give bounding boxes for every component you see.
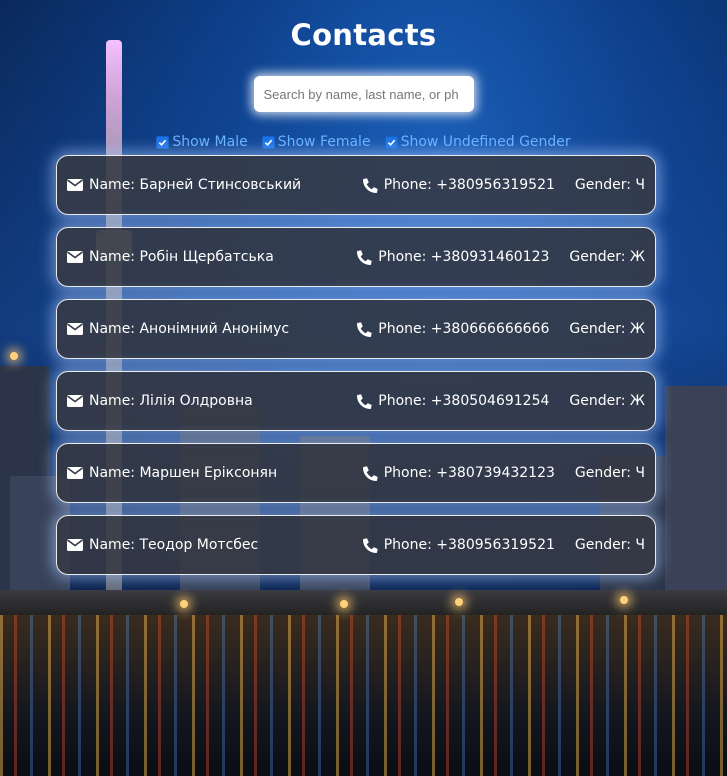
checkbox-show-female[interactable] xyxy=(261,135,275,149)
contact-gender: Gender: Ж xyxy=(569,249,645,265)
city-light xyxy=(340,600,348,608)
envelope-icon xyxy=(67,323,83,335)
contact-name-text: Name: Барней Стинсовський xyxy=(89,177,302,193)
envelope-icon xyxy=(67,251,83,263)
contact-phone-text: Phone: +380739432123 xyxy=(383,465,555,481)
contact-name: Name: Лілія Олдровна xyxy=(67,393,253,409)
contact-name: Name: Анонімний Анонімус xyxy=(67,321,289,337)
page-title: Contacts xyxy=(290,18,437,52)
phone-icon xyxy=(362,465,378,481)
checkbox-show-undefined-gender[interactable] xyxy=(384,135,398,149)
checkbox-show-male[interactable] xyxy=(156,135,170,149)
phone-icon xyxy=(362,177,378,193)
filter-show-male[interactable]: Show Male xyxy=(156,133,248,151)
filter-label: Show Male xyxy=(172,134,248,150)
contact-phone-text: Phone: +380666666666 xyxy=(378,321,550,337)
city-light xyxy=(10,352,18,360)
contact-phone: Phone: +380956319521 xyxy=(362,177,555,193)
contact-card[interactable]: Name: Маршен Еріксонян Phone: +380739432… xyxy=(56,443,656,503)
contact-phone: Phone: +380504691254 xyxy=(357,393,549,409)
checkmark-icon xyxy=(159,139,167,146)
contact-phone-text: Phone: +380956319521 xyxy=(383,537,555,553)
contact-gender: Gender: Ч xyxy=(574,537,645,553)
search-input[interactable] xyxy=(253,76,474,112)
contact-phone: Phone: +380931460123 xyxy=(357,249,549,265)
contact-gender: Gender: Ч xyxy=(574,177,645,193)
envelope-icon xyxy=(67,179,83,191)
contact-phone-text: Phone: +380956319521 xyxy=(383,177,555,193)
gender-filters: Show Male Show Female Show Undefined Gen… xyxy=(0,133,727,151)
envelope-icon xyxy=(67,395,83,407)
filter-show-undefined-gender[interactable]: Show Undefined Gender xyxy=(384,133,571,151)
contact-phone: Phone: +380666666666 xyxy=(357,321,549,337)
city-light xyxy=(620,596,628,604)
contact-name: Name: Маршен Еріксонян xyxy=(67,465,277,481)
checkmark-icon xyxy=(387,139,395,146)
filter-label: Show Undefined Gender xyxy=(400,134,571,150)
phone-icon xyxy=(357,249,372,265)
phone-icon xyxy=(357,321,372,337)
app-content: Contacts Show Male Show Female Show Unde… xyxy=(0,0,727,575)
contact-phone: Phone: +380956319521 xyxy=(362,537,555,553)
building xyxy=(665,386,727,616)
contact-name: Name: Робін Щербатська xyxy=(67,249,274,265)
contact-name: Name: Теодор Мотсбес xyxy=(67,537,258,553)
contact-phone: Phone: +380739432123 xyxy=(362,465,555,481)
contact-name-text: Name: Лілія Олдровна xyxy=(89,393,253,409)
filter-label: Show Female xyxy=(277,134,371,150)
shoreline xyxy=(0,590,727,616)
contact-phone-text: Phone: +380504691254 xyxy=(378,393,550,409)
contact-gender: Gender: Ж xyxy=(569,321,645,337)
contact-card[interactable]: Name: Анонімний Анонімус Phone: +3806666… xyxy=(56,299,656,359)
contact-card[interactable]: Name: Лілія Олдровна Phone: +38050469125… xyxy=(56,371,656,431)
checkmark-icon xyxy=(264,139,272,146)
filter-show-female[interactable]: Show Female xyxy=(261,133,371,151)
water-reflection xyxy=(0,615,727,776)
city-light xyxy=(455,598,463,606)
contact-name-text: Name: Анонімний Анонімус xyxy=(89,321,290,337)
contact-card[interactable]: Name: Теодор Мотсбес Phone: +38095631952… xyxy=(56,515,656,575)
contact-gender: Gender: Ж xyxy=(569,393,645,409)
contact-name: Name: Барней Стинсовський xyxy=(67,177,301,193)
phone-icon xyxy=(362,537,378,553)
search-container xyxy=(0,76,727,112)
contact-name-text: Name: Теодор Мотсбес xyxy=(89,537,259,553)
contact-name-text: Name: Робін Щербатська xyxy=(89,249,274,265)
phone-icon xyxy=(357,393,372,409)
envelope-icon xyxy=(67,539,83,551)
contact-card[interactable]: Name: Робін Щербатська Phone: +380931460… xyxy=(56,227,656,287)
contact-phone-text: Phone: +380931460123 xyxy=(378,249,550,265)
envelope-icon xyxy=(67,467,83,479)
contact-name-text: Name: Маршен Еріксонян xyxy=(89,465,278,481)
city-light xyxy=(180,600,188,608)
contact-gender: Gender: Ч xyxy=(574,465,645,481)
contact-card[interactable]: Name: Барней Стинсовський Phone: +380956… xyxy=(56,155,656,215)
contact-list: Name: Барней Стинсовський Phone: +380956… xyxy=(56,155,656,587)
